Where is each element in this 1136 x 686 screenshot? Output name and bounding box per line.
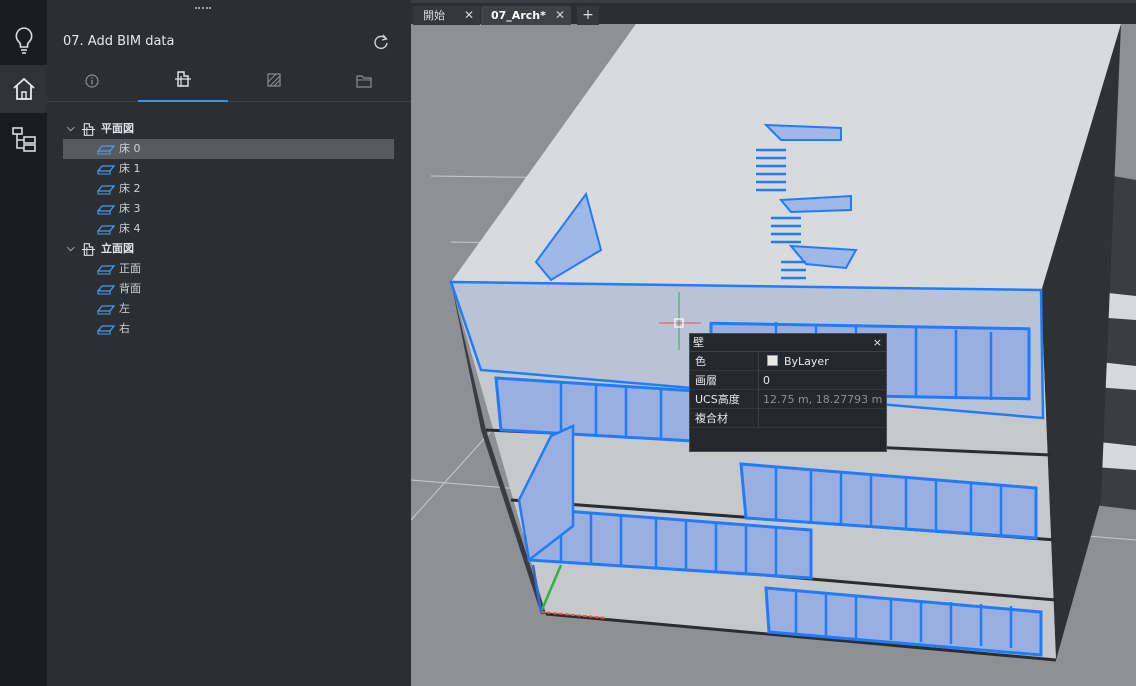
tree-item-label: 背面 (119, 282, 141, 295)
tree-group-label: 平面図 (101, 122, 134, 135)
chevron-down-icon[interactable]: ⌵ (67, 119, 77, 139)
tree-item-label: 正面 (119, 262, 141, 275)
info-tab[interactable] (47, 62, 137, 102)
props-header: 壁 × (690, 334, 886, 352)
prop-row-color[interactable]: 色 ByLayer (690, 352, 886, 371)
prop-value[interactable]: 12.75 m, 18.27793 m (763, 390, 885, 409)
tree-item-floor-4[interactable]: 床 4 (63, 219, 394, 239)
tab-start[interactable]: 開始 ✕ (413, 6, 480, 25)
side-panel: 07. Add BIM data ⌵ 平面図 床 0 床 1 床 2 床 3 床… (47, 0, 411, 686)
tree-item-floor-3[interactable]: 床 3 (63, 199, 394, 219)
panel-tabs (47, 62, 411, 102)
folder-icon (356, 73, 372, 92)
tree-item-label: 床 1 (119, 162, 141, 175)
tree-item-label: 床 4 (119, 222, 141, 235)
close-icon[interactable]: ✕ (464, 6, 474, 25)
tree-group-elevations[interactable]: ⌵ 立面図 (63, 239, 394, 259)
tree-item-right[interactable]: 右 (63, 319, 394, 339)
prop-key: UCS高度 (695, 393, 740, 406)
tree-item-label: 床 0 (119, 142, 141, 155)
drag-handle[interactable] (195, 7, 211, 10)
new-tab-plus-icon[interactable]: + (577, 6, 599, 25)
prop-key: 画層 (695, 374, 717, 387)
prop-row-layer[interactable]: 画層 0 (690, 371, 886, 390)
tree-item-label: 床 2 (119, 182, 141, 195)
material-hatch-icon (266, 72, 282, 92)
close-icon[interactable]: ✕ (555, 6, 565, 25)
prop-key: 色 (695, 355, 706, 368)
prop-row-ucs-elevation[interactable]: UCS高度 12.75 m, 18.27793 m (690, 390, 886, 409)
prop-value[interactable]: ByLayer (763, 352, 885, 371)
tree-item-floor-0[interactable]: 床 0 (63, 139, 394, 159)
tree-item-label: 床 3 (119, 202, 141, 215)
tab-07-arch[interactable]: 07_Arch* ✕ (481, 6, 571, 25)
view-tree: ⌵ 平面図 床 0 床 1 床 2 床 3 床 4 ⌵ 立面図 正面 背面 左 … (63, 119, 394, 339)
props-title: 壁 (693, 336, 704, 349)
close-icon[interactable]: × (873, 334, 882, 352)
color-swatch (767, 355, 778, 366)
chevron-down-icon[interactable]: ⌵ (67, 239, 77, 259)
document-tab-bar: 開始 ✕ 07_Arch* ✕ + (411, 0, 1136, 25)
prop-key: 複合材 (695, 412, 728, 425)
tree-group-floorplans[interactable]: ⌵ 平面図 (63, 119, 394, 139)
tree-item-left[interactable]: 左 (63, 299, 394, 319)
prop-value-text: ByLayer (784, 355, 829, 368)
icon-rail (0, 0, 47, 686)
building-section-icon (174, 70, 192, 92)
home-icon[interactable] (0, 65, 47, 113)
prop-value[interactable]: 0 (763, 371, 885, 390)
tree-item-front[interactable]: 正面 (63, 259, 394, 279)
material-tab[interactable] (229, 62, 319, 102)
tree-item-label: 右 (119, 322, 130, 335)
tree-group-label: 立面図 (101, 242, 134, 255)
building-section-tab[interactable] (138, 62, 228, 102)
tree-item-label: 左 (119, 302, 130, 315)
prop-row-composition[interactable]: 複合材 (690, 409, 886, 428)
tab-label: 開始 (423, 9, 445, 22)
tree-structure-icon[interactable] (0, 115, 47, 163)
tab-label: 07_Arch* (491, 9, 546, 22)
folder-tab[interactable] (319, 62, 409, 102)
refresh-icon[interactable] (373, 34, 389, 54)
tree-item-floor-1[interactable]: 床 1 (63, 159, 394, 179)
quick-properties-panel: 壁 × 色 ByLayer 画層 0 UCS高度 12.75 m, 18.277… (689, 333, 887, 452)
tree-item-back[interactable]: 背面 (63, 279, 394, 299)
lightbulb-icon[interactable] (0, 16, 47, 64)
panel-title: 07. Add BIM data (63, 34, 175, 49)
elevation-view-icon (96, 322, 116, 343)
info-icon (85, 73, 99, 92)
tree-item-floor-2[interactable]: 床 2 (63, 179, 394, 199)
